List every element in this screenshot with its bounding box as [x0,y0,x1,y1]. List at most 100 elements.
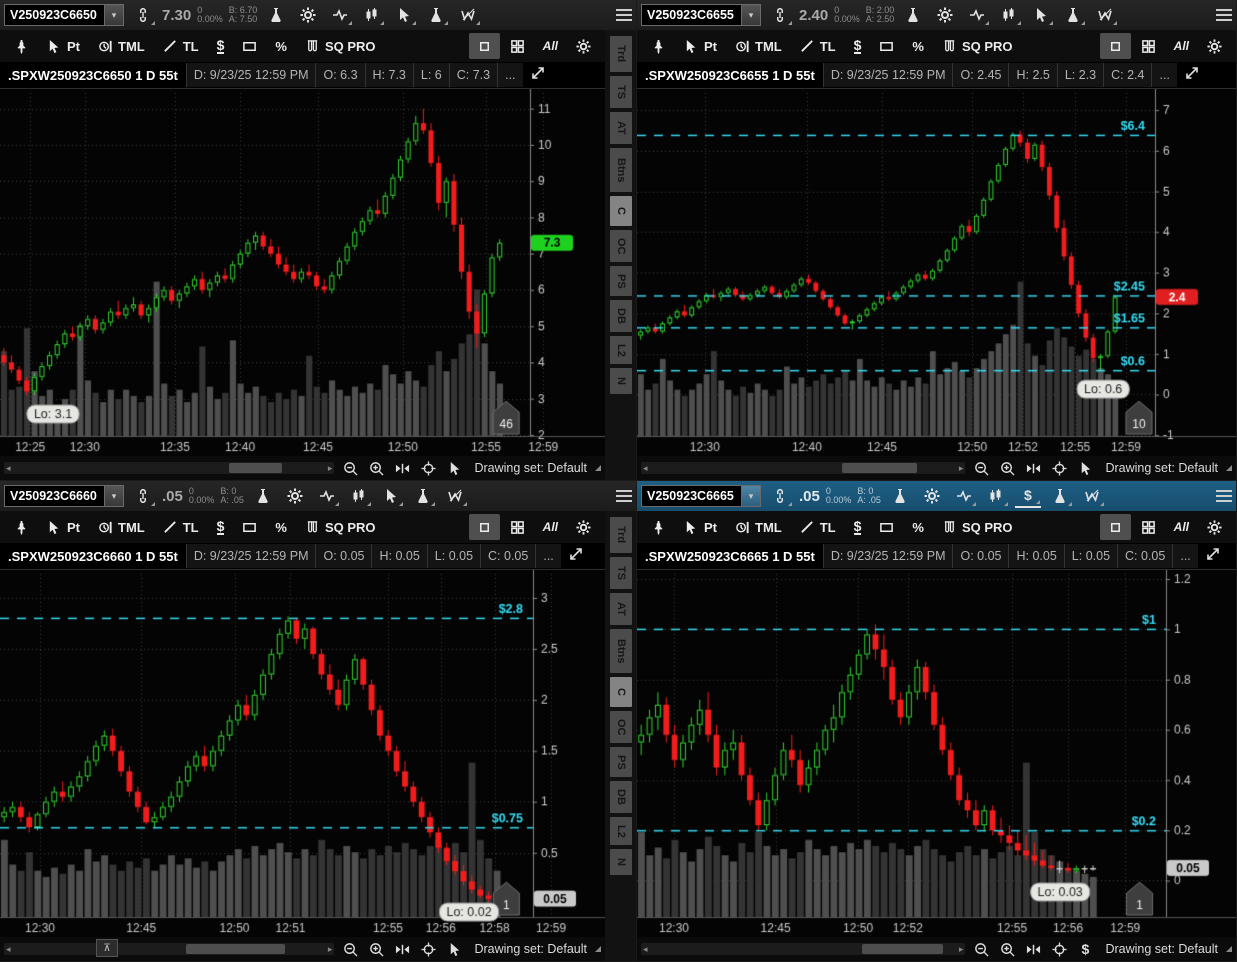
single-chart-button[interactable] [469,33,500,59]
analyze-flask-icon[interactable] [900,3,926,27]
tab-oc[interactable]: OC [610,230,632,262]
panel-menu-icon[interactable] [616,490,632,502]
link-icon[interactable] [767,484,793,508]
chart-style-candles-icon[interactable] [996,3,1022,27]
chart-style-candles-icon[interactable] [983,484,1009,508]
link-icon[interactable] [767,3,793,27]
trendline-tool-button[interactable]: TL [155,33,207,59]
cursor-tool-icon[interactable] [378,484,404,508]
all-button[interactable]: All [535,33,566,59]
drawing-set-label[interactable]: Drawing set: Default [474,942,587,956]
settings-gear-icon[interactable] [919,484,945,508]
cursor-mode-icon[interactable] [1075,458,1095,478]
drawing-set-label[interactable]: Drawing set: Default [1105,942,1218,956]
single-chart-button[interactable] [1100,514,1131,540]
cursor-mode-icon[interactable] [444,458,464,478]
chart-style-candles-icon[interactable] [346,484,372,508]
scroll-jump-button[interactable]: ⊼ [96,939,118,957]
drawing-set-label[interactable]: Drawing set: Default [474,461,587,475]
pointer-tool-button[interactable]: Pt [676,514,725,540]
rectangle-tool-button[interactable] [871,514,902,540]
tab-db[interactable]: DB [610,300,632,332]
tab-at[interactable]: AT [610,112,632,144]
single-chart-button[interactable] [1100,33,1131,59]
price-level-tool-button[interactable]: $ [209,33,233,59]
pin-button[interactable] [643,33,674,59]
zoom-in-icon[interactable] [366,939,386,959]
symbol-dropdown-button[interactable]: ▾ [104,4,124,26]
pattern-w-icon[interactable] [1079,484,1105,508]
symbol-input[interactable] [4,485,104,507]
grid-layout-button[interactable] [502,33,533,59]
auto-scale-icon[interactable] [529,64,547,87]
tab-trd[interactable]: Trd [610,517,632,553]
auto-scale-icon[interactable] [1183,64,1201,87]
cursor-mode-icon[interactable] [444,939,464,959]
crosshair-icon[interactable] [1049,458,1069,478]
tab-l2[interactable]: L2 [610,336,632,364]
tab-btns[interactable]: Btns [610,629,632,673]
tab-ts[interactable]: TS [610,76,632,108]
analyze-flask-icon[interactable] [263,3,289,27]
price-level-tool-button[interactable]: $ [846,33,870,59]
timeline-tool-button[interactable]: TML [727,514,790,540]
sqpro-button[interactable]: SQ PRO [297,33,384,59]
percent-tool-button[interactable]: % [267,33,295,59]
tab-n[interactable]: N [610,849,632,875]
studies-wave-icon[interactable] [964,3,990,27]
percent-tool-button[interactable]: % [904,514,932,540]
timeline-tool-button[interactable]: TML [90,514,153,540]
timeline-tool-button[interactable]: TML [727,33,790,59]
symbol-input[interactable] [641,485,741,507]
corner-resize-handle[interactable] [1226,465,1232,471]
pointer-tool-button[interactable]: Pt [39,33,88,59]
symbol-input[interactable] [641,4,741,26]
crosshair-icon[interactable] [418,939,438,959]
panel-menu-icon[interactable] [1216,490,1232,502]
tab-l2[interactable]: L2 [610,817,632,845]
analyze-flask-icon[interactable] [250,484,276,508]
pin-button[interactable] [643,514,674,540]
timeline-tool-button[interactable]: TML [90,33,153,59]
chart-area[interactable] [637,88,1236,456]
pointer-tool-button[interactable]: Pt [39,514,88,540]
pattern-w-icon[interactable] [1092,3,1118,27]
corner-resize-handle[interactable] [1226,946,1232,952]
rectangle-tool-button[interactable] [871,33,902,59]
toolbar-gear-button[interactable] [1199,33,1230,59]
more-box[interactable]: ... [497,63,522,87]
percent-tool-button[interactable]: % [904,33,932,59]
tab-db[interactable]: DB [610,781,632,813]
chart-scrollbar[interactable]: ◂▸ [641,943,965,955]
analyze-flask-icon[interactable] [887,484,913,508]
panel-menu-icon[interactable] [1216,9,1232,21]
chart-area[interactable] [0,88,605,456]
price-level-tool-button[interactable]: $ [209,514,233,540]
pointer-tool-button[interactable]: Pt [676,33,725,59]
dollar-tool-icon[interactable]: $ [1015,484,1041,508]
tab-c[interactable]: C [610,196,632,226]
drawings-flask-icon[interactable] [1047,484,1073,508]
cursor-tool-icon[interactable] [391,3,417,27]
all-button[interactable]: All [1166,33,1197,59]
chart-scrollbar[interactable]: ◂▸ [641,462,965,474]
cursor-tool-icon[interactable] [1028,3,1054,27]
symbol-dropdown-button[interactable]: ▾ [104,485,124,507]
single-chart-button[interactable] [469,514,500,540]
tab-ts[interactable]: TS [610,557,632,589]
toolbar-gear-button[interactable] [568,514,599,540]
tab-ps[interactable]: PS [610,747,632,777]
more-box[interactable]: ... [535,544,560,568]
crosshair-icon[interactable] [418,458,438,478]
zoom-out-icon[interactable] [971,458,991,478]
tab-n[interactable]: N [610,368,632,394]
dollar-mode-icon[interactable]: $ [1075,939,1095,959]
pattern-w-icon[interactable] [442,484,468,508]
crosshair-icon[interactable] [1049,939,1069,959]
zoom-out-icon[interactable] [971,939,991,959]
tab-c[interactable]: C [610,677,632,707]
more-box[interactable]: ... [1172,544,1197,568]
pin-button[interactable] [6,33,37,59]
pattern-w-icon[interactable] [455,3,481,27]
all-button[interactable]: All [1166,514,1197,540]
